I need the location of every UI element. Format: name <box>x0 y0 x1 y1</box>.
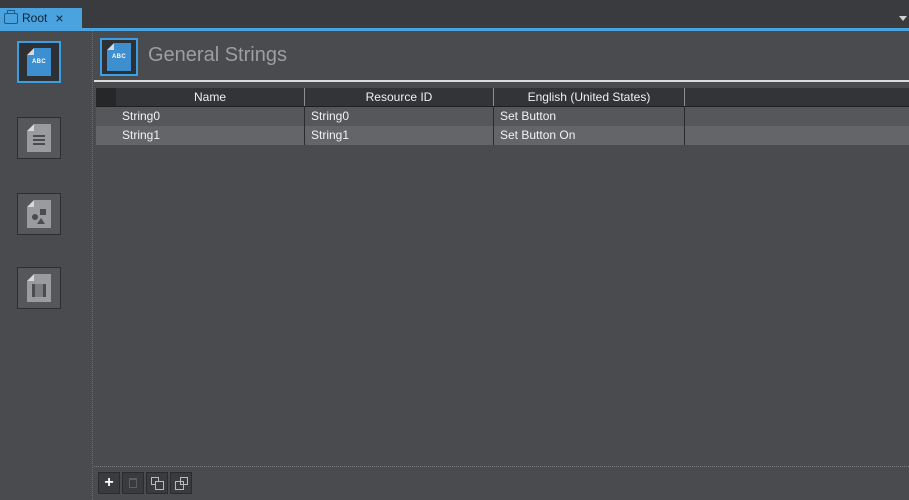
tab-strip: Root × <box>0 0 909 28</box>
copy-button[interactable] <box>146 472 168 494</box>
sidebar-item-shapes[interactable] <box>17 193 61 235</box>
sidebar-item-list[interactable] <box>17 117 61 159</box>
close-icon[interactable]: × <box>55 11 63 25</box>
folder-icon <box>4 9 18 24</box>
cell-name[interactable]: String0 <box>116 107 305 126</box>
table-toolbar: + <box>98 472 192 494</box>
table-header: Name Resource ID English (United States) <box>96 88 909 107</box>
row-header[interactable] <box>96 126 116 145</box>
shapes-document-icon <box>27 200 51 228</box>
trash-icon <box>129 478 137 488</box>
column-header-name[interactable]: Name <box>116 88 305 106</box>
string-editor: ABC General Strings Name Resource ID Eng… <box>94 31 909 500</box>
cell-empty <box>685 107 909 126</box>
column-header-english[interactable]: English (United States) <box>494 88 685 106</box>
header-divider <box>94 80 909 82</box>
page-title: General Strings <box>148 44 287 66</box>
select-all-corner[interactable] <box>96 88 116 106</box>
cell-empty <box>685 126 909 145</box>
cell-resource-id[interactable]: String0 <box>305 107 494 126</box>
abc-document-icon: ABC <box>27 48 51 76</box>
abc-document-icon: ABC <box>100 38 138 76</box>
row-header[interactable] <box>96 107 116 126</box>
column-header-resource-id[interactable]: Resource ID <box>305 88 494 106</box>
plus-icon: + <box>104 474 114 491</box>
tab-root[interactable]: Root × <box>0 8 82 28</box>
table-row[interactable]: String1 String1 Set Button On <box>96 126 909 145</box>
sidebar-item-media[interactable] <box>17 267 61 309</box>
chevron-down-icon[interactable] <box>899 16 907 21</box>
tab-label: Root <box>22 11 48 25</box>
paste-button[interactable] <box>170 472 192 494</box>
list-document-icon <box>27 124 51 152</box>
cell-english[interactable]: Set Button <box>494 107 685 126</box>
table-row[interactable]: String0 String0 Set Button <box>96 107 909 126</box>
cell-english[interactable]: Set Button On <box>494 126 685 145</box>
copy-icon <box>151 477 164 490</box>
delete-button[interactable] <box>122 472 144 494</box>
film-document-icon <box>27 274 51 302</box>
cell-resource-id[interactable]: String1 <box>305 126 494 145</box>
sidebar: ABC <box>0 31 92 500</box>
cell-name[interactable]: String1 <box>116 126 305 145</box>
column-header-empty <box>685 88 909 106</box>
sidebar-item-general-strings[interactable]: ABC <box>17 41 61 83</box>
paste-icon <box>175 477 188 490</box>
add-button[interactable]: + <box>98 472 120 494</box>
toolbar-divider <box>94 466 909 468</box>
editor-header: ABC General Strings <box>94 31 909 82</box>
strings-table: Name Resource ID English (United States)… <box>96 88 909 145</box>
